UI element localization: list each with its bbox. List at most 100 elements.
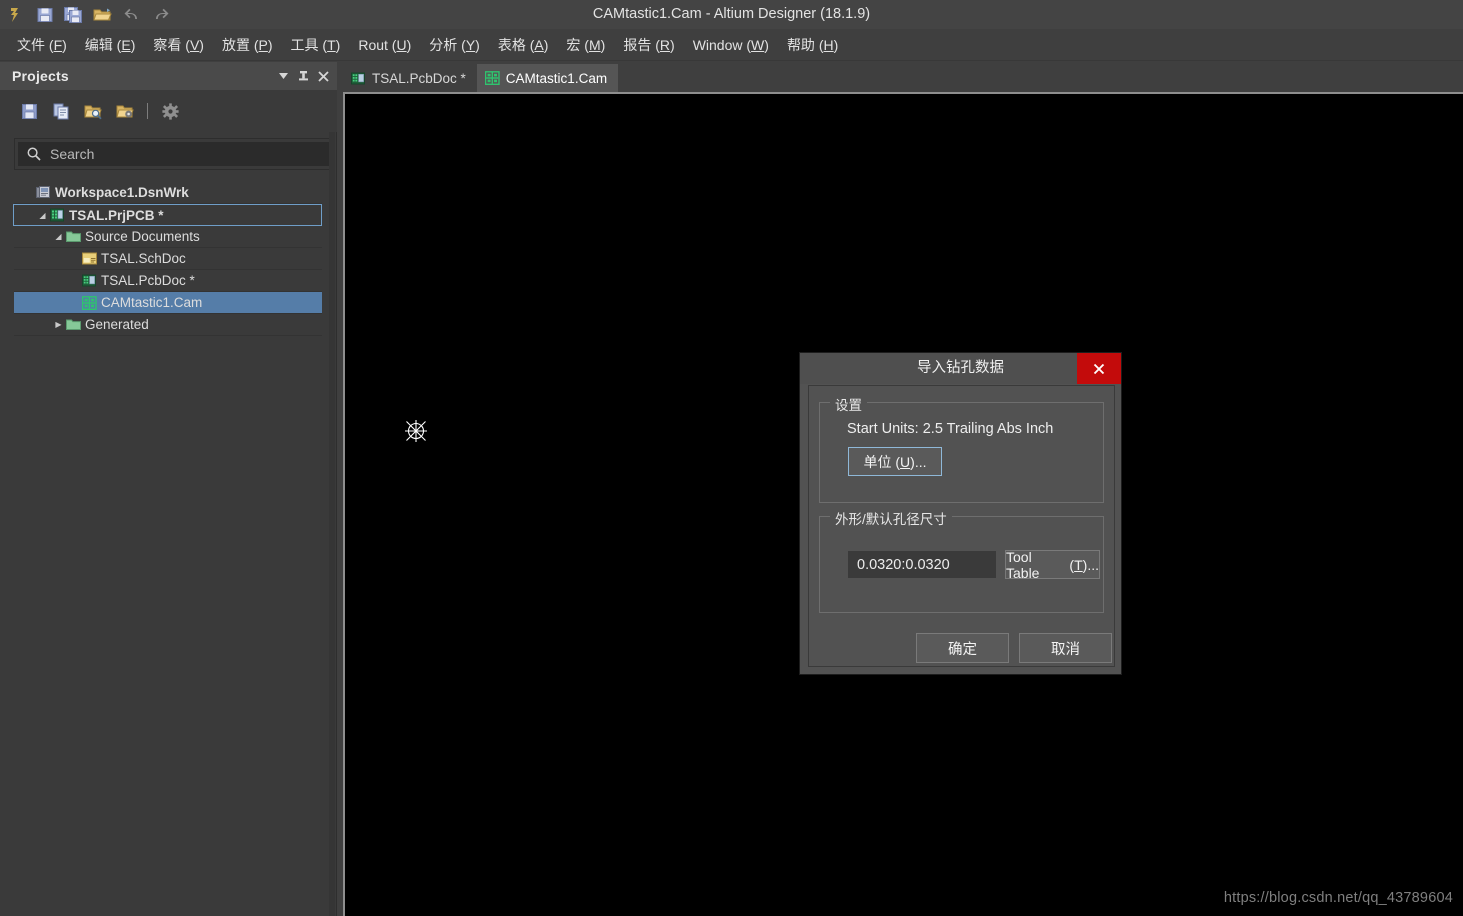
cam-icon: [81, 295, 98, 310]
dialog-body: 设置 Start Units: 2.5 Trailing Abs Inch 单位…: [808, 385, 1115, 667]
tree-item-schdoc-label: TSAL.SchDoc: [101, 251, 186, 266]
menu-tables-label: 表格: [497, 36, 526, 53]
ok-button[interactable]: 确定: [916, 633, 1009, 663]
tab-camtastic[interactable]: CAMtastic1.Cam: [476, 64, 619, 92]
tree-item-project[interactable]: ◢ TSAL.PrjPCB *: [13, 204, 322, 226]
menu-help-accel: (H): [814, 36, 839, 53]
menu-report-accel: (R): [651, 36, 675, 53]
dialog-close-button[interactable]: [1077, 353, 1121, 384]
menu-file[interactable]: 文件 (F): [8, 31, 76, 59]
menu-edit-accel: (E): [112, 36, 136, 53]
project-tree: Workspace1.DsnWrk ◢ TSAL.PrjPCB * ◢ Source D…: [13, 182, 322, 336]
search-box[interactable]: [18, 142, 331, 166]
tool-table-button-suffix: ...: [1087, 556, 1099, 573]
collapse-arrow-icon[interactable]: ◢: [36, 211, 49, 220]
project-icon: [49, 208, 66, 222]
gear-icon[interactable]: [157, 98, 183, 124]
dialog-title: 导入钻孔数据: [917, 360, 1004, 376]
hole-size-group: 外形/默认孔径尺寸 Tool Table (T)...: [819, 508, 1104, 613]
dialog-footer: 确定 取消: [800, 633, 1123, 665]
menu-edit[interactable]: 编辑 (E): [76, 31, 145, 59]
menu-place-label: 放置: [221, 36, 250, 53]
menu-report[interactable]: 报告 (R): [614, 31, 683, 59]
units-button-label: 单位: [863, 453, 892, 470]
pcb-icon: [81, 274, 98, 287]
expand-arrow-icon[interactable]: ▶: [52, 320, 65, 329]
documents-icon[interactable]: [48, 98, 74, 124]
search-container: [14, 138, 335, 170]
folder-icon: [65, 318, 82, 331]
units-button-suffix: ...: [914, 453, 927, 470]
tool-table-button-label: Tool Table: [1006, 548, 1040, 581]
document-tab-bar: TSAL.PcbDoc * CAMtastic1.Cam: [337, 62, 1463, 92]
settings-group: 设置 Start Units: 2.5 Trailing Abs Inch 单位…: [819, 394, 1104, 503]
tree-item-workspace-label: Workspace1.DsnWrk: [55, 185, 189, 200]
tree-item-source-docs-label: Source Documents: [85, 229, 200, 244]
undo-icon[interactable]: [119, 2, 144, 27]
tree-item-schdoc[interactable]: TSAL.SchDoc: [14, 248, 322, 270]
hole-size-input[interactable]: [848, 551, 996, 578]
folder-icon: [65, 230, 82, 243]
collapse-arrow-icon[interactable]: ◢: [52, 232, 65, 241]
tree-item-source-docs[interactable]: ◢ Source Documents: [14, 226, 322, 248]
panel-dropdown-icon[interactable]: [273, 66, 293, 86]
panel-scrollbar[interactable]: [329, 132, 335, 916]
menu-macro[interactable]: 宏 (M): [557, 31, 614, 59]
menu-tables[interactable]: 表格 (A): [489, 31, 558, 59]
cam-icon: [484, 71, 500, 85]
hole-size-group-legend: 外形/默认孔径尺寸: [830, 508, 952, 528]
tree-item-generated[interactable]: ▶ Generated: [14, 314, 322, 336]
tree-item-pcbdoc-label: TSAL.PcbDoc *: [101, 273, 195, 288]
tree-item-camtastic[interactable]: CAMtastic1.Cam: [14, 292, 322, 314]
cancel-button[interactable]: 取消: [1019, 633, 1112, 663]
projects-panel-header: Projects: [0, 62, 337, 90]
crosshair-circle-cursor: [401, 416, 431, 446]
menu-help-label: 帮助: [786, 36, 815, 53]
tab-camtastic-label: CAMtastic1.Cam: [505, 70, 608, 86]
altium-logo-icon[interactable]: [3, 2, 28, 27]
menu-file-accel: (F): [45, 36, 67, 53]
panel-close-icon[interactable]: [313, 66, 333, 86]
tab-pcbdoc-label: TSAL.PcbDoc *: [372, 70, 466, 86]
start-units-label: Start Units: 2.5 Trailing Abs Inch: [847, 421, 1054, 437]
menu-window-accel: (W): [742, 36, 769, 53]
menu-window-label: Window: [692, 36, 743, 53]
tree-item-workspace[interactable]: Workspace1.DsnWrk: [14, 182, 322, 204]
watermark-text: https://blog.csdn.net/qq_43789604: [1223, 890, 1453, 906]
save-project-icon[interactable]: [16, 98, 42, 124]
menu-tools[interactable]: 工具 (T): [282, 31, 350, 59]
menu-help[interactable]: 帮助 (H): [778, 31, 847, 59]
import-drill-data-dialog: 导入钻孔数据 设置 Start Units: 2.5 Trailing Abs …: [799, 352, 1122, 675]
open-project-search-icon[interactable]: [80, 98, 106, 124]
schematic-icon: [81, 252, 98, 265]
settings-group-legend: 设置: [830, 394, 867, 414]
menu-analyze-label: 分析: [429, 36, 458, 53]
menu-view[interactable]: 察看 (V): [144, 31, 213, 59]
search-input[interactable]: [48, 145, 308, 163]
menu-macro-label: 宏: [566, 36, 581, 53]
redo-icon[interactable]: [148, 2, 173, 27]
menu-bar: 文件 (F) 编辑 (E) 察看 (V) 放置 (P) 工具 (T) Rout (U) 分析…: [0, 29, 1463, 61]
tool-table-button[interactable]: Tool Table (T)...: [1005, 548, 1100, 581]
tree-item-project-label: TSAL.PrjPCB *: [69, 207, 164, 223]
menu-view-accel: (V): [181, 36, 204, 53]
menu-tools-accel: (T): [318, 36, 341, 53]
tab-pcbdoc[interactable]: TSAL.PcbDoc *: [343, 64, 477, 92]
save-icon[interactable]: [32, 2, 57, 27]
menu-analyze-accel: (Y): [457, 36, 480, 53]
menu-route[interactable]: Rout (U): [349, 33, 420, 57]
menu-window[interactable]: Window (W): [684, 33, 778, 57]
projects-panel: Projects Search Workspace1.DsnWrk ◢ TSAL…: [0, 62, 337, 916]
projects-panel-toolbar: [0, 90, 337, 132]
save-all-icon[interactable]: [61, 2, 86, 27]
dialog-title-bar: 导入钻孔数据: [800, 353, 1121, 384]
open-folder-icon[interactable]: [90, 2, 115, 27]
menu-analyze[interactable]: 分析 (Y): [420, 31, 489, 59]
tree-item-pcbdoc[interactable]: TSAL.PcbDoc *: [14, 270, 322, 292]
menu-route-label: Rout: [358, 36, 388, 53]
units-button[interactable]: 单位 (U)...: [848, 447, 942, 476]
panel-pin-icon[interactable]: [293, 66, 313, 86]
menu-place[interactable]: 放置 (P): [213, 31, 282, 59]
project-options-folder-icon[interactable]: [112, 98, 138, 124]
window-title: CAMtastic1.Cam - Altium Designer (18.1.9…: [592, 6, 871, 22]
